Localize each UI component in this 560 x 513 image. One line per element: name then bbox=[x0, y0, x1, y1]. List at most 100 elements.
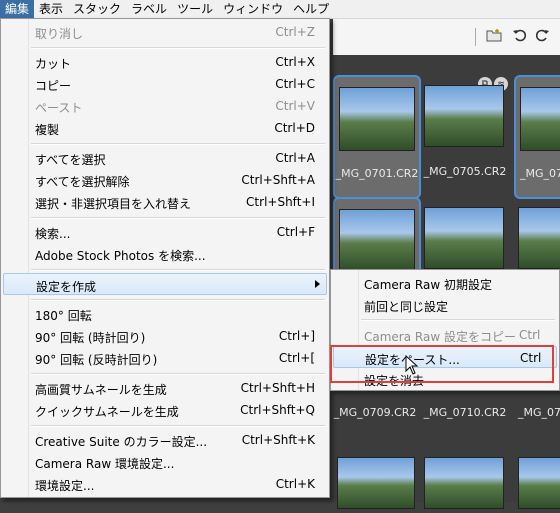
thumbnail-caption: _MG_0701.CR2 bbox=[335, 167, 419, 180]
menu-stack[interactable]: スタック bbox=[68, 0, 126, 18]
menu-item-undo[interactable]: 取り消し Ctrl+Z bbox=[3, 21, 327, 43]
menu-item-rotate-180[interactable]: 180° 回転 bbox=[3, 303, 327, 325]
menu-item-shortcut: Ctrl+Z bbox=[275, 25, 315, 39]
thumbnail-caption: _MG_0706.CR2 bbox=[520, 167, 560, 180]
menu-item-label: Creative Suite のカラー設定... bbox=[35, 435, 208, 449]
menu-item-label: 90° 回転 (時計回り) bbox=[35, 331, 146, 345]
rotate-right-icon[interactable] bbox=[535, 28, 550, 46]
thumbnail[interactable]: ⧉ ≈ _MG_0705.CR2 bbox=[420, 75, 510, 195]
menu-item-shortcut: Ctrl+Shft+Q bbox=[240, 403, 315, 417]
menu-edit[interactable]: 編集 bbox=[0, 0, 35, 18]
menu-item-camera-raw-prefs[interactable]: Camera Raw 環境設定... bbox=[3, 451, 327, 473]
thumbnail[interactable]: _MG_0701.CR2 bbox=[333, 75, 421, 199]
menu-item-search-adobe-stock[interactable]: Adobe Stock Photos を検索... bbox=[3, 243, 327, 265]
menu-item-label: 前回と同じ設定 bbox=[364, 300, 449, 314]
thumbnail-caption: _MG_0711.CR2 bbox=[518, 406, 560, 419]
menu-item-select-all[interactable]: すべてを選択 Ctrl+A bbox=[3, 147, 327, 169]
menu-item-develop-settings[interactable]: 設定を作成 bbox=[3, 273, 327, 295]
menu-separator bbox=[31, 269, 325, 271]
menu-item-label: 複製 bbox=[35, 123, 60, 137]
menu-item-label: Adobe Stock Photos を検索... bbox=[35, 249, 206, 263]
menu-item-shortcut: Ctrl+Shft+I bbox=[246, 195, 315, 209]
thumbnail[interactable] bbox=[420, 197, 510, 271]
menu-item-rotate-ccw[interactable]: 90° 回転 (反時計回り) Ctrl+[ bbox=[3, 347, 327, 369]
menu-item-rotate-cw[interactable]: 90° 回転 (時計回り) Ctrl+] bbox=[3, 325, 327, 347]
menu-separator bbox=[31, 425, 325, 427]
thumbnail-image bbox=[518, 457, 560, 509]
menu-item-shortcut: Ctrl+Shft+A bbox=[241, 173, 315, 187]
menu-item-label: 環境設定... bbox=[35, 479, 95, 493]
menu-item-deselect-all[interactable]: すべてを選択解除 Ctrl+Shft+A bbox=[3, 169, 327, 191]
thumbnail[interactable]: _MG_0709.CR2 bbox=[333, 400, 417, 426]
menu-item-shortcut: Ctrl+A bbox=[275, 151, 315, 165]
thumbnail[interactable] bbox=[514, 453, 560, 513]
menu-item-label: すべてを選択 bbox=[35, 153, 106, 167]
menu-item-preferences[interactable]: 環境設定... Ctrl+K bbox=[3, 473, 327, 495]
menu-separator bbox=[31, 47, 325, 49]
menu-separator bbox=[31, 299, 325, 301]
menu-label[interactable]: ラベル bbox=[126, 0, 172, 18]
menu-help[interactable]: ヘルプ bbox=[288, 0, 334, 18]
thumbnail-image bbox=[424, 85, 504, 147]
thumbnail[interactable] bbox=[420, 453, 510, 513]
toolbar-separator bbox=[475, 28, 476, 46]
thumbnail-caption: _MG_0710.CR2 bbox=[423, 406, 507, 419]
menu-item-shortcut: Ctrl+Shft+H bbox=[240, 381, 315, 395]
menu-view[interactable]: 表示 bbox=[34, 0, 68, 18]
submenu-arrow-icon bbox=[315, 280, 320, 288]
thumbnail[interactable] bbox=[333, 453, 417, 513]
menu-item-find[interactable]: 検索... Ctrl+F bbox=[3, 221, 327, 243]
rotate-left-icon[interactable] bbox=[512, 28, 527, 46]
thumbnail[interactable] bbox=[333, 197, 421, 275]
menu-item-label: Camera Raw 初期設定 bbox=[364, 278, 492, 292]
thumbnail-caption: _MG_0705.CR2 bbox=[423, 165, 507, 178]
menu-item-label: 選択・非選択項目を入れ替え bbox=[35, 197, 192, 211]
thumbnail[interactable] bbox=[514, 197, 560, 271]
edit-menu: 取り消し Ctrl+Z カット Ctrl+X コピー Ctrl+C ペースト C… bbox=[0, 18, 330, 498]
submenu-item-copy-settings[interactable]: Camera Raw 設定をコピー Ctrl bbox=[333, 324, 557, 346]
thumbnail-image bbox=[339, 87, 415, 151]
menu-item-label: 180° 回転 bbox=[35, 309, 92, 323]
menu-item-shortcut: Ctrl+] bbox=[278, 329, 315, 343]
menu-item-shortcut: Ctrl+F bbox=[276, 225, 315, 239]
menu-item-duplicate[interactable]: 複製 Ctrl+D bbox=[3, 117, 327, 139]
menu-item-color-settings[interactable]: Creative Suite のカラー設定... Ctrl+Shft+K bbox=[3, 429, 327, 451]
menu-item-label: 設定を作成 bbox=[36, 280, 97, 294]
menu-item-label: カット bbox=[35, 57, 72, 71]
menu-item-label: 高画質サムネールを生成 bbox=[35, 383, 167, 397]
menu-separator bbox=[31, 373, 325, 375]
highlight-annotation-box bbox=[330, 345, 554, 383]
thumbnail-image bbox=[424, 207, 504, 269]
menu-item-hq-thumbnails[interactable]: 高画質サムネールを生成 Ctrl+Shft+H bbox=[3, 377, 327, 399]
thumbnail-image bbox=[424, 457, 504, 509]
menu-item-label: クイックサムネールを生成 bbox=[35, 405, 179, 419]
submenu-item-camera-raw-defaults[interactable]: Camera Raw 初期設定 bbox=[333, 272, 557, 294]
menu-item-paste[interactable]: ペースト Ctrl+V bbox=[3, 95, 327, 117]
submenu-item-previous-conversion[interactable]: 前回と同じ設定 bbox=[333, 294, 557, 316]
menu-item-label: 取り消し bbox=[35, 27, 84, 41]
menu-tools[interactable]: ツール bbox=[172, 0, 218, 18]
menu-item-label: コピー bbox=[35, 79, 72, 93]
mouse-cursor-icon bbox=[405, 354, 419, 378]
toolbar bbox=[333, 19, 560, 56]
menu-item-shortcut: Ctrl+X bbox=[275, 55, 315, 69]
thumbnail[interactable]: _MG_0711.CR2 bbox=[514, 400, 560, 426]
menu-item-invert-selection[interactable]: 選択・非選択項目を入れ替え Ctrl+Shft+I bbox=[3, 191, 327, 213]
menu-separator bbox=[31, 143, 325, 145]
thumbnail-image bbox=[337, 457, 415, 509]
thumbnail[interactable]: _MG_0710.CR2 bbox=[420, 400, 510, 426]
menu-item-shortcut: Ctrl+D bbox=[274, 121, 315, 135]
menu-item-shortcut: Ctrl+Shft+K bbox=[241, 433, 315, 447]
menu-item-cut[interactable]: カット Ctrl+X bbox=[3, 51, 327, 73]
menu-item-quick-thumbnails[interactable]: クイックサムネールを生成 Ctrl+Shft+Q bbox=[3, 399, 327, 421]
menu-item-copy[interactable]: コピー Ctrl+C bbox=[3, 73, 327, 95]
menu-separator bbox=[31, 217, 325, 219]
menu-window[interactable]: ウィンドウ bbox=[218, 0, 288, 18]
menu-item-shortcut: Ctrl+[ bbox=[278, 351, 315, 365]
thumbnail-image bbox=[518, 207, 560, 269]
menu-bar: 編集 表示 スタック ラベル ツール ウィンドウ ヘルプ bbox=[0, 0, 560, 19]
menu-item-label: 検索... bbox=[35, 227, 71, 241]
thumbnail-image bbox=[339, 209, 415, 271]
thumbnail[interactable]: _MG_0706.CR2 bbox=[514, 75, 560, 199]
new-folder-icon[interactable] bbox=[486, 28, 502, 46]
